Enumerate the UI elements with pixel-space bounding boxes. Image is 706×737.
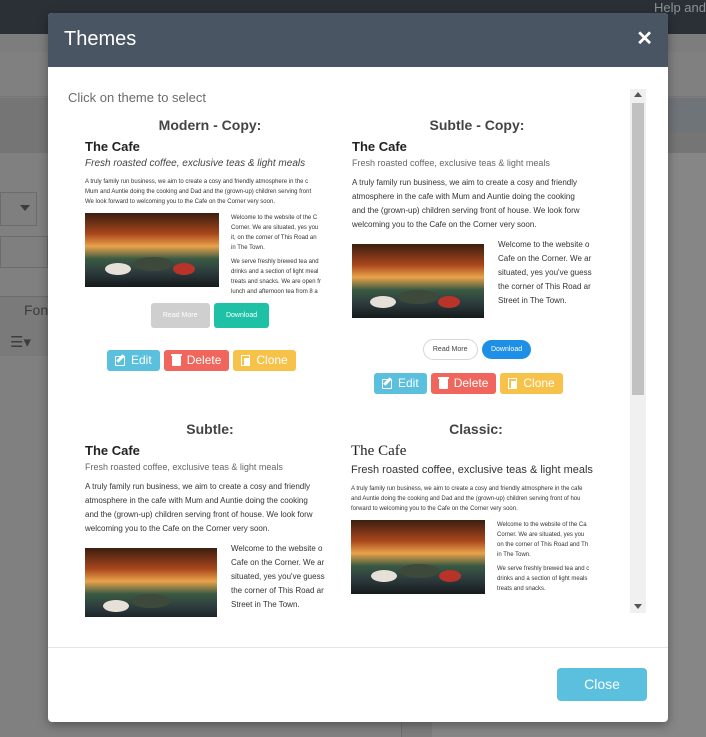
modal-title: Themes — [64, 28, 137, 50]
font-menu[interactable]: Fon — [24, 302, 48, 318]
delete-button[interactable]: Delete — [430, 373, 497, 394]
theme-preview-title: The Cafe — [85, 443, 140, 458]
download-button: Download — [481, 340, 532, 359]
edit-icon — [382, 378, 392, 389]
theme-preview-tagline: Fresh roasted coffee, exclusive teas & l… — [85, 158, 306, 169]
theme-preview-side-text: Welcome to the website of the C Corner. … — [231, 215, 321, 295]
theme-heading: Subtle: — [186, 421, 234, 437]
theme-preview-tagline: Fresh roasted coffee, exclusive teas & l… — [352, 158, 550, 168]
theme-preview-paragraph: A truly family run business, we aim to c… — [85, 179, 312, 205]
theme-actions-subtle-copy: Edit Delete Clone — [374, 373, 563, 394]
theme-preview-buttons: Read More Download — [352, 338, 602, 360]
theme-preview-content: Welcome to the website o Cafe on the Cor… — [352, 238, 602, 328]
theme-heading: Modern - Copy: — [158, 117, 262, 133]
app-right-panel-tab — [668, 98, 706, 133]
theme-actions-modern-copy: Edit Delete Clone — [107, 350, 296, 371]
cafe-image — [352, 244, 484, 318]
theme-preview-side-text: Welcome to the website of the Ca Corner.… — [497, 522, 590, 592]
theme-preview-paragraph: A truly family run business, we aim to c… — [85, 482, 313, 533]
theme-preview-content: Welcome to the website o Cafe on the Cor… — [85, 542, 335, 617]
theme-card-subtle-copy[interactable]: Subtle - Copy: The Cafe Fresh roasted co… — [352, 117, 602, 375]
theme-preview-content: Welcome to the website of the Ca Corner.… — [351, 520, 601, 600]
trash-icon — [170, 353, 182, 366]
theme-heading: Subtle - Copy: — [429, 117, 525, 133]
theme-card-subtle[interactable]: Subtle: The Cafe Fresh roasted coffee, e… — [85, 421, 335, 617]
close-icon[interactable]: ✕ — [636, 26, 653, 51]
copy-icon — [241, 355, 251, 366]
clone-button[interactable]: Clone — [233, 350, 296, 371]
scroll-down-icon[interactable] — [634, 604, 642, 609]
list-icon[interactable]: ☰▾ — [10, 333, 31, 351]
theme-preview-content: Welcome to the website of the C Corner. … — [85, 213, 335, 299]
app-field[interactable] — [0, 236, 48, 268]
themes-scrollbar[interactable] — [630, 89, 646, 613]
theme-preview-tagline: Fresh roasted coffee, exclusive teas & l… — [85, 462, 283, 472]
download-button: Download — [213, 303, 270, 328]
read-more-button: Read More — [422, 339, 478, 360]
copy-icon — [508, 378, 518, 389]
edit-button[interactable]: Edit — [374, 373, 427, 394]
theme-preview-paragraph: A truly family run business, we aim to c… — [352, 178, 580, 229]
close-button[interactable]: Close — [557, 668, 647, 701]
themes-scroll-area: Click on theme to select Modern - Copy: … — [48, 67, 630, 617]
scroll-up-icon[interactable] — [634, 92, 642, 97]
theme-preview-side-text: Welcome to the website o Cafe on the Cor… — [498, 240, 592, 305]
theme-preview-tagline: Fresh roasted coffee, exclusive teas & l… — [351, 464, 593, 476]
clone-button[interactable]: Clone — [500, 373, 563, 394]
app-select[interactable] — [0, 192, 37, 226]
chevron-down-icon — [20, 205, 30, 211]
cafe-image — [85, 213, 219, 287]
read-more-button: Read More — [150, 303, 210, 328]
modal-footer: Close — [48, 647, 668, 722]
theme-preview-side-text: Welcome to the website o Cafe on the Cor… — [231, 544, 325, 609]
theme-heading: Classic: — [449, 421, 503, 437]
cafe-image — [85, 548, 217, 617]
theme-card-classic[interactable]: Classic: The Cafe Fresh roasted coffee, … — [351, 421, 601, 617]
scrollbar-thumb[interactable] — [632, 103, 644, 395]
theme-preview-paragraph: A truly family run business, we aim to c… — [351, 486, 583, 512]
themes-modal: Themes ✕ Click on theme to select Modern… — [48, 13, 668, 722]
theme-preview-title: The Cafe — [85, 139, 140, 154]
trash-icon — [437, 376, 449, 389]
theme-preview-title: The Cafe — [352, 139, 407, 154]
select-hint: Click on theme to select — [68, 90, 207, 105]
modal-body: Click on theme to select Modern - Copy: … — [48, 67, 668, 647]
delete-button[interactable]: Delete — [163, 350, 230, 371]
theme-preview-buttons: Read More Download — [85, 303, 335, 328]
cafe-image — [351, 520, 485, 594]
theme-preview-title: The Cafe — [351, 443, 407, 459]
edit-button[interactable]: Edit — [107, 350, 160, 371]
modal-header: Themes ✕ — [48, 13, 668, 67]
edit-icon — [115, 355, 125, 366]
